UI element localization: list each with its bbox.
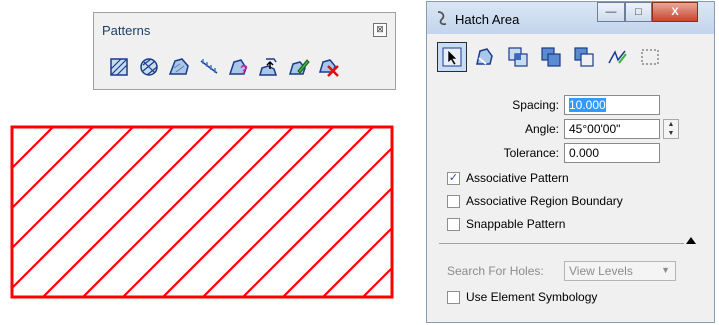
tolerance-row: Tolerance: 0.000 bbox=[427, 143, 714, 163]
hatch-line bbox=[12, 127, 15, 130]
snappable-pattern-row[interactable]: Snappable Pattern bbox=[447, 216, 565, 232]
collapse-triangle-icon[interactable] bbox=[686, 237, 696, 244]
spacing-row: Spacing: 10.000 bbox=[427, 95, 714, 115]
angle-input[interactable]: 45°00'00" bbox=[564, 119, 660, 139]
hatch-line bbox=[361, 266, 392, 297]
svg-text:?: ? bbox=[240, 62, 248, 77]
hatch-area-dialog: Hatch Area — □ X Spacing: 10.000 Angle: … bbox=[426, 1, 715, 323]
search-for-holes-label: Search For Holes: bbox=[447, 264, 544, 278]
chevron-down-icon: ▼ bbox=[661, 265, 670, 275]
hatch-line bbox=[81, 127, 255, 297]
close-button[interactable]: X bbox=[652, 2, 698, 22]
union-method-icon[interactable] bbox=[536, 42, 566, 72]
use-element-symbology-checkbox[interactable] bbox=[447, 290, 460, 304]
snappable-pattern-checkbox[interactable] bbox=[447, 217, 460, 231]
section-divider bbox=[439, 243, 684, 244]
toolbar-close-icon[interactable]: ⊠ bbox=[373, 23, 387, 37]
associative-pattern-label: Associative Pattern bbox=[466, 171, 569, 185]
hatch-line bbox=[241, 146, 392, 297]
hatch-line bbox=[281, 186, 392, 297]
associative-region-boundary-row[interactable]: Associative Region Boundary bbox=[447, 193, 623, 209]
associative-pattern-row[interactable]: ✓ Associative Pattern bbox=[447, 170, 569, 186]
show-pattern-attributes-icon[interactable]: ? bbox=[226, 54, 252, 80]
search-for-holes-value: View Levels bbox=[569, 264, 633, 278]
delete-pattern-icon[interactable] bbox=[316, 54, 342, 80]
change-pattern-icon[interactable] bbox=[286, 54, 312, 80]
associative-region-boundary-label: Associative Region Boundary bbox=[466, 194, 623, 208]
difference-method-icon[interactable] bbox=[569, 42, 599, 72]
points-method-icon[interactable] bbox=[602, 42, 632, 72]
element-method-icon[interactable] bbox=[437, 42, 467, 72]
flood-method-icon[interactable] bbox=[635, 42, 665, 72]
spacing-label: Spacing: bbox=[512, 98, 559, 112]
angle-row: Angle: 45°00'00" ▲ ▼ bbox=[427, 119, 714, 139]
angle-label: Angle: bbox=[524, 122, 559, 136]
fence-method-icon[interactable] bbox=[470, 42, 500, 72]
search-for-holes-select[interactable]: View Levels ▼ bbox=[564, 261, 676, 281]
angle-spinner[interactable]: ▲ ▼ bbox=[663, 119, 679, 139]
hatch-line bbox=[201, 127, 375, 297]
match-pattern-attributes-icon[interactable] bbox=[256, 54, 282, 80]
use-element-symbology-row[interactable]: Use Element Symbology bbox=[447, 289, 597, 305]
spacing-value: 10.000 bbox=[569, 98, 606, 112]
hatch-line bbox=[12, 127, 135, 250]
hatch-line bbox=[161, 127, 335, 297]
tolerance-input[interactable]: 0.000 bbox=[564, 143, 660, 163]
hatch-line bbox=[121, 127, 295, 297]
spacing-input[interactable]: 10.000 bbox=[564, 95, 660, 115]
hatch-line bbox=[12, 127, 175, 290]
hatch-app-icon bbox=[435, 10, 449, 29]
toolbar-title: Patterns bbox=[102, 23, 151, 38]
tolerance-label: Tolerance: bbox=[503, 146, 559, 160]
associative-region-boundary-checkbox[interactable] bbox=[447, 194, 460, 208]
minimize-button[interactable]: — bbox=[597, 2, 625, 22]
hatch-area-icon[interactable] bbox=[106, 54, 132, 80]
linear-pattern-icon[interactable] bbox=[196, 54, 222, 80]
patterns-toolbar: Patterns ⊠ ? bbox=[93, 12, 396, 90]
snappable-pattern-label: Snappable Pattern bbox=[466, 217, 566, 231]
crosshatch-area-icon[interactable] bbox=[136, 54, 162, 80]
hatch-line bbox=[41, 127, 215, 297]
intersection-method-icon[interactable] bbox=[503, 42, 533, 72]
associative-pattern-checkbox[interactable]: ✓ bbox=[447, 171, 460, 185]
pattern-area-icon[interactable] bbox=[166, 54, 192, 80]
maximize-button[interactable]: □ bbox=[625, 2, 652, 22]
use-element-symbology-label: Use Element Symbology bbox=[466, 290, 598, 304]
dialog-title: Hatch Area bbox=[455, 12, 520, 27]
